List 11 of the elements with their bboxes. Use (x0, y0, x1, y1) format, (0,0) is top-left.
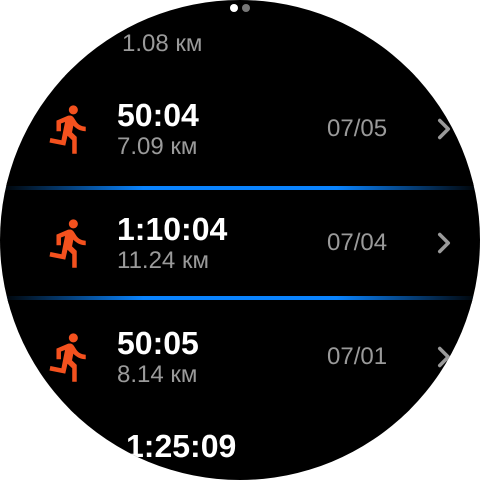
workout-date: 07/04 (327, 228, 388, 258)
workout-distance: 7.09 км (117, 133, 198, 161)
workout-duration: 50:04 (117, 97, 200, 133)
workout-distance: 1.08 км (122, 30, 202, 58)
workout-distance: 11.24 км (117, 247, 210, 275)
workout-date: 07/01 (327, 342, 388, 372)
workout-duration: 1:25:09 (126, 428, 236, 464)
workout-duration: 50:05 (117, 325, 200, 361)
workout-duration: 1:10:04 (117, 211, 228, 247)
workout-date: 07/05 (327, 114, 388, 144)
workout-distance: 8.14 км (117, 361, 198, 389)
